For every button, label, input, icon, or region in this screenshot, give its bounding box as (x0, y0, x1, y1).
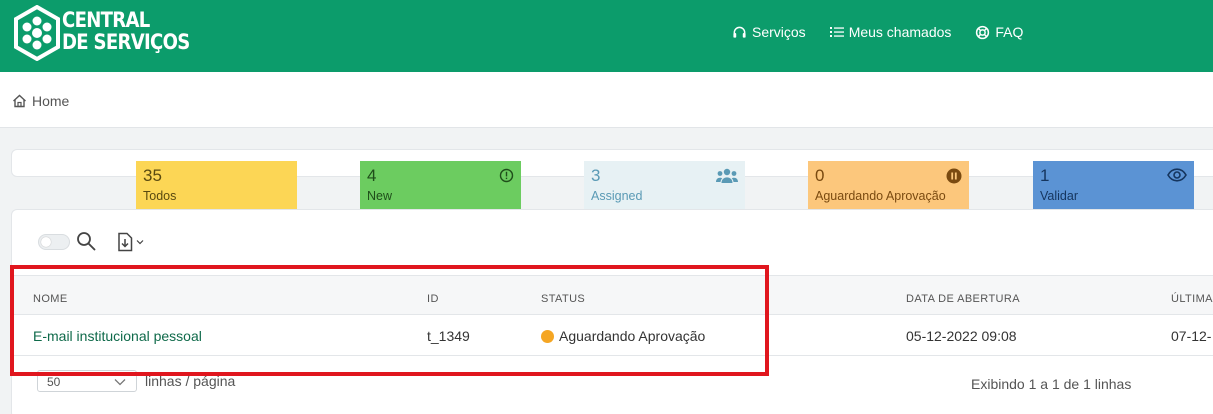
highlight-box (10, 265, 769, 376)
stat-count: 35 (143, 166, 162, 185)
alert-circle-icon (499, 168, 514, 183)
stat-count: 3 (591, 166, 601, 185)
search-icon[interactable] (76, 231, 96, 251)
home-icon (13, 94, 26, 108)
stat-label: New (367, 189, 393, 203)
nav-meus-chamados-label: Meus chamados (848, 24, 952, 40)
stat-count: 4 (367, 166, 377, 185)
stat-card-assigned[interactable]: 3 Assigned (584, 161, 745, 209)
top-navbar: CENTRAL DE SERVIÇOS Serviços Meus chamad… (0, 0, 1213, 72)
ticket-last-update: 07-12- (1171, 328, 1212, 344)
headset-icon (733, 26, 746, 38)
export-button[interactable] (117, 232, 144, 252)
main-nav: Serviços Meus chamados FAQ (732, 24, 1047, 40)
stat-label: Aguardando Aprovação (815, 189, 946, 203)
nav-servicos-label: Serviços (752, 24, 806, 40)
nav-faq[interactable]: FAQ (975, 24, 1023, 40)
chevron-down-icon (114, 379, 126, 386)
column-header-data-abertura[interactable]: DATA DE ABERTURA (906, 293, 1020, 305)
users-icon (716, 168, 738, 183)
nav-servicos[interactable]: Serviços (732, 24, 806, 40)
brand-line-2: DE SERVIÇOS (62, 30, 190, 54)
list-icon (829, 27, 844, 37)
breadcrumb-home: Home (32, 93, 70, 109)
stat-label: Todos (143, 189, 177, 203)
stat-count: 1 (1040, 166, 1050, 185)
nav-meus-chamados[interactable]: Meus chamados (829, 24, 952, 40)
brand-line-1: CENTRAL (62, 8, 150, 32)
toggle-knob (41, 237, 51, 247)
stat-card-aguardando-aprovacao[interactable]: 0 Aguardando Aprovação (808, 161, 969, 209)
eye-icon (1167, 168, 1187, 182)
pause-circle-icon (946, 168, 962, 184)
column-header-ultima[interactable]: ÚLTIMA (1171, 293, 1213, 305)
view-toggle[interactable] (38, 234, 70, 250)
stat-card-new[interactable]: 4 New (360, 161, 521, 209)
stat-label: Assigned (591, 189, 643, 203)
file-download-icon (118, 232, 133, 252)
pagination-summary: Exibindo 1 a 1 de 1 linhas (971, 376, 1132, 392)
stat-label: Validar (1040, 189, 1078, 203)
stat-card-todos[interactable]: 35 Todos (136, 161, 297, 209)
lifebuoy-icon (976, 25, 990, 39)
brand-name[interactable]: CENTRAL DE SERVIÇOS (62, 9, 190, 53)
breadcrumb[interactable]: Home (12, 93, 69, 109)
breadcrumb-bar: Home (0, 72, 1213, 128)
stat-count: 0 (815, 166, 825, 185)
stat-card-validar[interactable]: 1 Validar (1033, 161, 1194, 209)
logo-icon[interactable] (13, 5, 61, 61)
nav-faq-label: FAQ (995, 24, 1024, 40)
chevron-down-icon (136, 240, 144, 245)
page-size-value: 50 (47, 375, 61, 389)
ticket-opened-date: 05-12-2022 09:08 (906, 328, 1017, 344)
